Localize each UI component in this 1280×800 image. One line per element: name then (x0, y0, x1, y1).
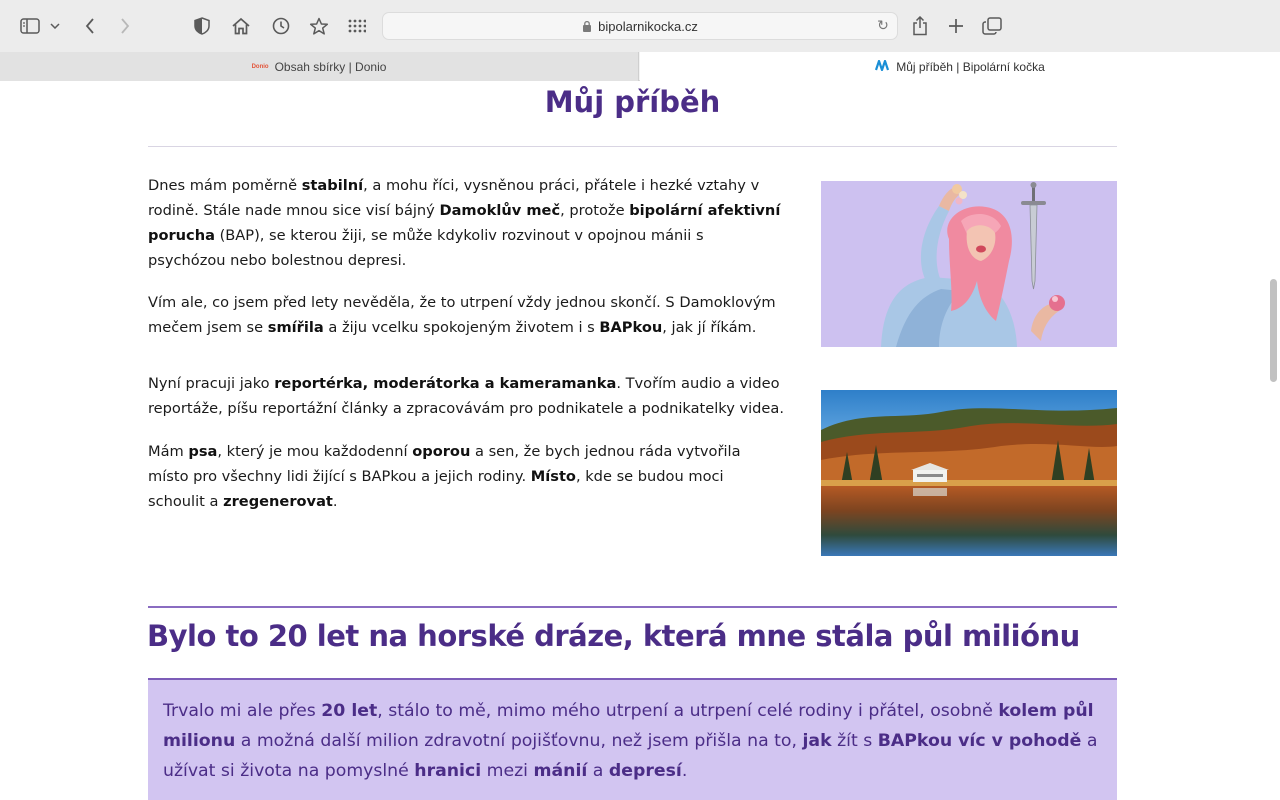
tabs-icon[interactable] (980, 14, 1004, 38)
work-paragraph: Nyní pracuji jako reportérka, moderátork… (148, 371, 784, 421)
plus-icon[interactable] (944, 14, 968, 38)
star-icon[interactable] (307, 14, 331, 38)
bold-text: hranici (414, 761, 482, 781)
bold-text: mánií (533, 761, 588, 781)
chevron-left-icon[interactable] (78, 14, 102, 38)
bold-text: smířila (267, 319, 324, 336)
browser-toolbar: bipolarnikocka.cz ↻ (0, 0, 1280, 52)
address-bar[interactable]: bipolarnikocka.cz ↻ (382, 12, 898, 40)
text-run: , stálo to mě, mimo mého utrpení a utrpe… (377, 701, 999, 721)
scrollbar-thumb[interactable] (1270, 279, 1277, 382)
text-run: , protože (560, 202, 630, 219)
bipolarni-kocka-favicon-icon (875, 59, 890, 74)
lock-icon (583, 20, 592, 32)
shield-icon[interactable] (190, 14, 214, 38)
callout-box: Trvalo mi ale přes 20 let, stálo to mě, … (148, 678, 1117, 800)
text-run: Trvalo mi ale přes (163, 701, 322, 721)
text-run: Mám (148, 443, 189, 460)
bold-text: Místo (530, 468, 576, 485)
bold-text: Damoklův meč (439, 202, 561, 219)
divider (148, 146, 1117, 147)
tab-label: Můj příběh | Bipolární kočka (896, 59, 1045, 74)
text-run: , který je mou každodenní (217, 443, 413, 460)
sidebar-icon[interactable] (18, 14, 42, 38)
text-run: , jak jí říkám. (662, 319, 757, 336)
callout-text: Trvalo mi ale přes 20 let, stálo to mě, … (163, 696, 1102, 786)
acceptance-paragraph: Vím ale, co jsem před lety nevěděla, že … (148, 290, 784, 340)
text-run: (BAP), se kterou žiji, se může kdykoliv … (148, 227, 704, 269)
text-run: Dnes mám poměrně (148, 177, 302, 194)
section-divider (148, 606, 1117, 608)
reload-icon[interactable]: ↻ (875, 18, 891, 34)
chevron-down-icon[interactable] (46, 14, 64, 38)
text-run: a možná další milion zdravotní pojišťovn… (235, 731, 803, 751)
bold-text: BAPkou (599, 319, 663, 336)
clock-icon[interactable] (269, 14, 293, 38)
tab-label: Obsah sbírky | Donio (274, 59, 387, 74)
bold-text: jak (802, 731, 832, 751)
tab-bar: Donio Obsah sbírky | Donio Můj příběh | … (0, 52, 1280, 81)
share-icon[interactable] (908, 14, 932, 38)
chevron-right-icon[interactable] (113, 14, 137, 38)
bold-text: zregenerovat (223, 493, 333, 510)
text-run: . (332, 493, 338, 510)
bold-text: depresí (608, 761, 682, 781)
grid-icon[interactable] (345, 14, 369, 38)
donio-favicon-icon: Donio (251, 63, 269, 70)
home-icon[interactable] (229, 14, 253, 38)
tab-donio[interactable]: Donio Obsah sbírky | Donio (0, 52, 639, 81)
bold-text: stabilní (301, 177, 364, 194)
text-run: a (587, 761, 609, 781)
tab-bipolarni-kocka[interactable]: Můj příběh | Bipolární kočka (640, 52, 1280, 81)
bold-text: BAPkou víc v pohodě (877, 731, 1082, 751)
dream-paragraph: Mám psa, který je mou každodenní oporou … (148, 439, 784, 514)
bold-text: 20 let (321, 701, 378, 721)
woman-with-sword-image (821, 181, 1117, 347)
text-run: a žiju vcelku spokojeným životem i s (323, 319, 600, 336)
bold-text: psa (188, 443, 218, 460)
url-text: bipolarnikocka.cz (598, 18, 698, 34)
page-title: Můj příběh (544, 85, 721, 119)
text-run: žít s (831, 731, 878, 751)
lake-forest-image (821, 390, 1117, 556)
section-title: Bylo to 20 let na horské dráze, která mn… (147, 619, 1080, 653)
text-run: . (681, 761, 688, 781)
scrollbar[interactable] (1266, 81, 1280, 800)
text-run: mezi (481, 761, 534, 781)
intro-paragraph: Dnes mám poměrně stabilní, a mohu říci, … (148, 173, 784, 273)
page-content: Můj příběh Dnes mám poměrně stabilní, a … (0, 81, 1280, 800)
bold-text: reportérka, moderátorka a kameramanka (274, 375, 617, 392)
bold-text: oporou (412, 443, 471, 460)
text-run: Nyní pracuji jako (148, 375, 275, 392)
